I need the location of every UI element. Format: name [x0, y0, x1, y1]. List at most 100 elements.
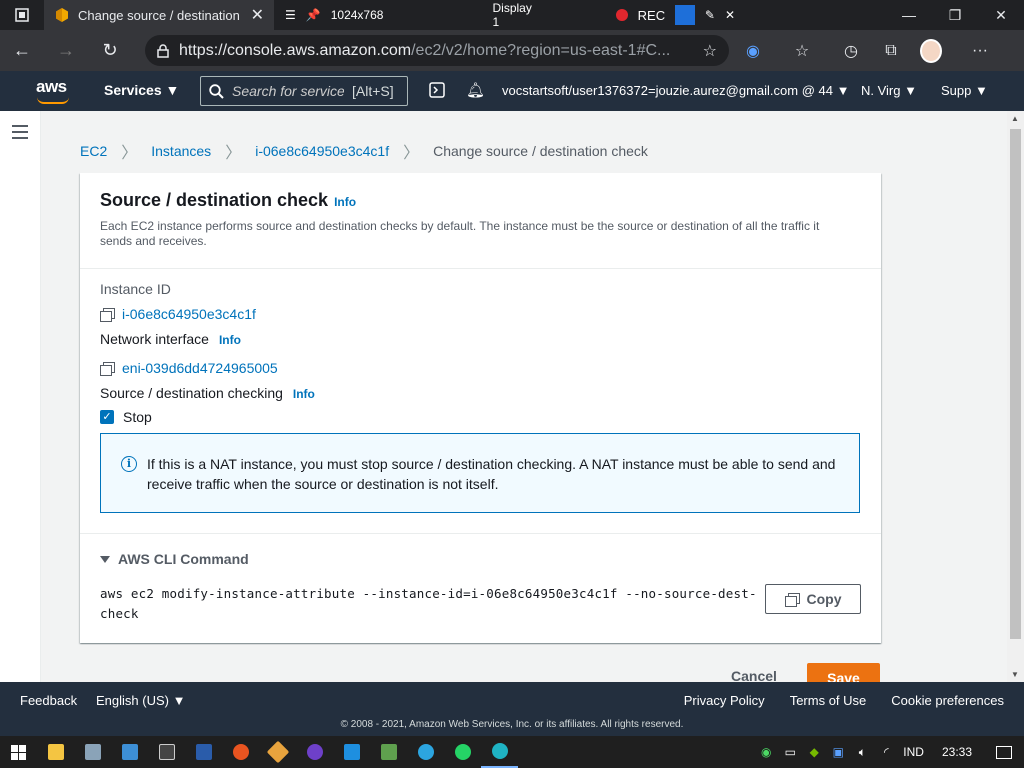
copy-button[interactable]: Copy — [765, 584, 861, 614]
menu-icon[interactable]: ☰ — [285, 8, 296, 22]
terms-of-use-link[interactable]: Terms of Use — [790, 693, 867, 708]
cancel-button[interactable]: Cancel — [731, 668, 777, 682]
hamburger-menu-icon[interactable] — [12, 125, 28, 143]
browser-tab-bar: Change source / destination check ✕ ☰ 📌 … — [0, 0, 1024, 30]
recorder-close-icon[interactable]: ✕ — [725, 8, 735, 22]
record-icon[interactable] — [615, 9, 628, 21]
more-menu-icon[interactable]: ··· — [960, 42, 1000, 60]
stop-label[interactable]: Stop — [123, 409, 152, 425]
network-interface-field: eni-039d6dd4724965005 — [100, 360, 861, 376]
stop-checkbox-row[interactable]: ✓ Stop — [100, 409, 861, 425]
favorites-icon[interactable]: ☆ — [782, 41, 822, 61]
copy-icon[interactable] — [100, 361, 115, 376]
window-close-icon[interactable]: ✕ — [978, 0, 1024, 30]
telegram-icon[interactable] — [407, 736, 444, 768]
checking-info-link[interactable]: Info — [293, 387, 315, 401]
language-selector[interactable]: English (US) ▼ — [96, 693, 185, 708]
back-icon[interactable]: ← — [0, 40, 44, 61]
profile-avatar[interactable] — [920, 38, 942, 63]
windows-start-icon[interactable] — [0, 736, 37, 768]
github-icon[interactable] — [296, 736, 333, 768]
aws-footer: Feedback English (US) ▼ Privacy Policy T… — [0, 682, 1024, 736]
aws-logo[interactable]: aws — [36, 77, 72, 105]
notifications-bell-icon[interactable]: 🔔︎ — [466, 81, 485, 99]
browser-toolbar-icons: ◉ ☆ ◷ ⧉ ··· — [742, 30, 1000, 71]
whatsapp-icon[interactable] — [444, 736, 481, 768]
nvidia-icon[interactable]: ◆ — [807, 745, 821, 759]
collections-icon[interactable]: ⧉ — [880, 42, 902, 60]
camera-icon[interactable] — [675, 5, 695, 25]
vscode-icon[interactable] — [333, 736, 370, 768]
scroll-up-icon[interactable]: ▲ — [1011, 114, 1019, 123]
network-interface-info-link[interactable]: Info — [219, 333, 241, 347]
edge-browser-icon[interactable] — [481, 736, 518, 768]
region-selector[interactable]: N. Virg ▼ — [861, 83, 917, 98]
vertical-scrollbar[interactable]: ▲ ▼ — [1007, 111, 1024, 682]
support-menu[interactable]: Supp ▼ — [941, 83, 988, 98]
cloudshell-icon[interactable] — [429, 82, 445, 101]
search-input[interactable] — [232, 83, 344, 99]
breadcrumb-instances[interactable]: Instances — [151, 143, 211, 159]
command-prompt-icon[interactable] — [148, 736, 185, 768]
tab-actions-icon[interactable] — [0, 0, 44, 30]
services-menu[interactable]: Services ▼ — [104, 82, 179, 98]
copyright-text: © 2008 - 2021, Amazon Web Services, Inc.… — [340, 719, 684, 730]
network-interface-link[interactable]: eni-039d6dd4724965005 — [122, 360, 278, 376]
powershell-icon[interactable] — [185, 736, 222, 768]
browser-tab-active[interactable]: Change source / destination check ✕ — [44, 0, 274, 30]
url-field[interactable]: https://console.aws.amazon.com/ec2/v2/ho… — [145, 35, 729, 66]
panel-description: Each EC2 instance performs source and de… — [100, 219, 820, 248]
restore-icon[interactable]: ❐ — [932, 0, 978, 30]
rec-label: REC — [637, 7, 666, 23]
forward-icon[interactable]: → — [44, 40, 88, 61]
tab-close-icon[interactable]: ✕ — [251, 5, 264, 25]
input-language[interactable]: IND — [903, 745, 924, 759]
save-button[interactable]: Save — [807, 663, 880, 682]
scroll-down-icon[interactable]: ▼ — [1011, 670, 1019, 679]
app-tray-icon[interactable]: ▣ — [831, 745, 845, 759]
git-icon[interactable] — [259, 736, 296, 768]
cli-expander[interactable]: AWS CLI Command — [100, 551, 861, 567]
minimize-icon[interactable]: — — [886, 0, 932, 30]
ubuntu-icon[interactable] — [222, 736, 259, 768]
reload-icon[interactable]: ↻ — [88, 40, 132, 61]
privacy-policy-link[interactable]: Privacy Policy — [684, 693, 765, 708]
recorder-tray-icon[interactable]: ◉ — [759, 745, 773, 759]
cli-command-text: aws ec2 modify-instance-attribute --inst… — [100, 586, 757, 621]
breadcrumb-separator-icon: 〉 — [403, 145, 420, 162]
notifications-icon[interactable] — [996, 745, 1012, 759]
cookie-preferences-link[interactable]: Cookie preferences — [891, 693, 1004, 708]
instance-id-link[interactable]: i-06e8c64950e3c4c1f — [122, 306, 256, 322]
service-search[interactable]: [Alt+S] — [200, 76, 408, 106]
breadcrumb-instance-id[interactable]: i-06e8c64950e3c4c1f — [255, 143, 389, 159]
instance-id-label: Instance ID — [100, 281, 171, 297]
battery-icon[interactable]: ▭ — [783, 745, 797, 759]
feedback-link[interactable]: Feedback — [20, 693, 77, 708]
checking-row: Source / destination checking Info — [100, 385, 861, 401]
breadcrumb-ec2[interactable]: EC2 — [80, 143, 107, 159]
file-explorer-icon[interactable] — [37, 736, 74, 768]
account-menu[interactable]: vocstartsoft/user1376372=jouzie.aurez@gm… — [502, 83, 849, 98]
network-app-icon[interactable] — [74, 736, 111, 768]
breadcrumb: EC2 〉 Instances 〉 i-06e8c64950e3c4c1f 〉 … — [80, 139, 648, 163]
pen-icon[interactable]: ✎ — [705, 8, 715, 22]
footer-links: Privacy Policy Terms of Use Cookie prefe… — [684, 693, 1004, 708]
stop-checkbox[interactable]: ✓ — [100, 410, 114, 424]
volume-icon[interactable]: 🔈︎ — [855, 745, 869, 760]
clock[interactable]: 23:33 — [942, 745, 972, 759]
breadcrumb-separator-icon: 〉 — [121, 145, 138, 162]
screen-recorder-toolbar: ☰ 📌 1024x768 Display 1 REC ✎ ✕ — [285, 0, 735, 30]
checking-label: Source / destination checking — [100, 385, 283, 401]
copy-icon[interactable] — [100, 307, 115, 322]
control-panel-icon[interactable] — [111, 736, 148, 768]
favorite-star-icon[interactable]: ☆ — [703, 41, 717, 61]
title-info-link[interactable]: Info — [334, 195, 356, 209]
history-icon[interactable]: ◷ — [840, 41, 862, 61]
extension-icon[interactable]: ◉ — [742, 41, 764, 61]
caret-down-icon — [100, 555, 110, 563]
wifi-icon[interactable]: ◜ — [879, 745, 893, 759]
pin-icon[interactable]: 📌 — [306, 8, 321, 22]
recorder-display[interactable]: Display 1 — [493, 1, 542, 29]
scrollbar-thumb[interactable] — [1010, 129, 1021, 639]
nodejs-icon[interactable] — [370, 736, 407, 768]
